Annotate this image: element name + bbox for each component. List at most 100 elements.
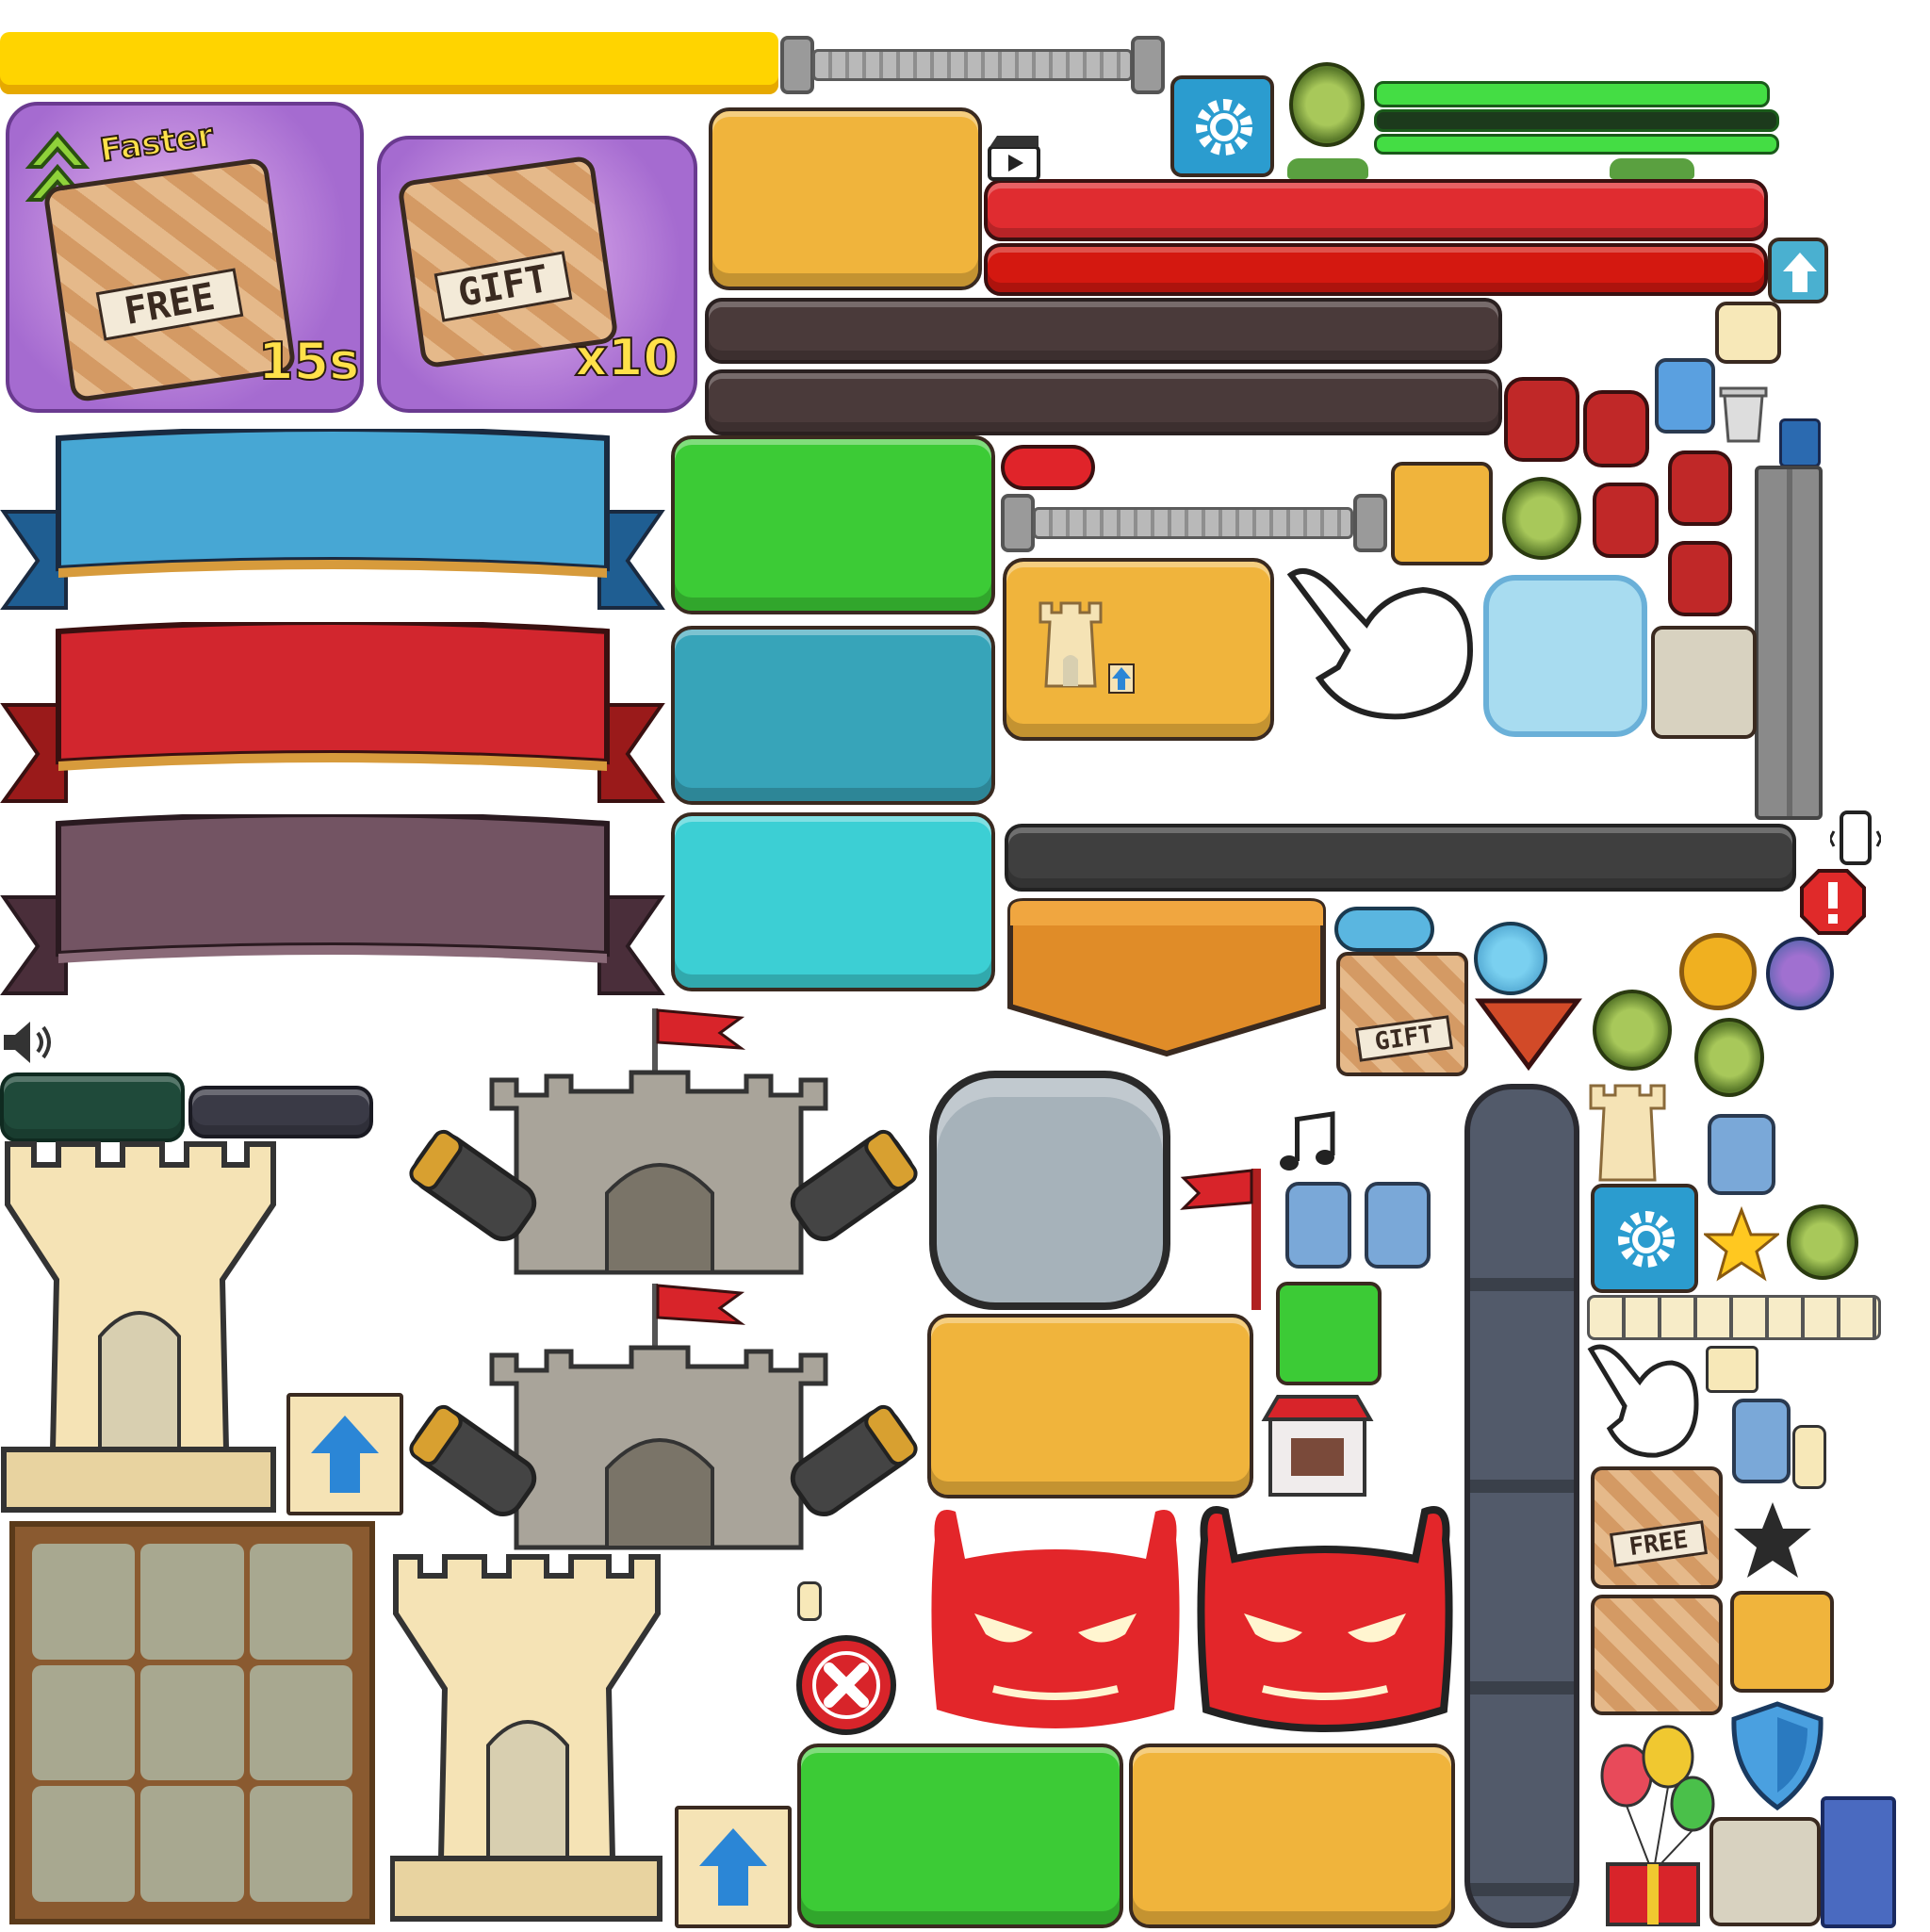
trash-icon[interactable] [1715,379,1772,445]
speaker-icon[interactable] [0,1016,60,1069]
ribbon-purple [0,811,665,1003]
chain-bolt-left [780,36,814,94]
chain-bolt-left [1001,494,1035,552]
chain-bolt-right [1131,36,1165,94]
stone-tile [249,1544,352,1660]
cyan-button-large[interactable] [671,812,995,991]
stone-tile [140,1786,244,1902]
stone-pillar [1755,466,1823,820]
dark-bar-1 [705,298,1502,364]
warning-icon [1800,869,1866,935]
green-bar-3 [1374,134,1779,155]
blue-badge-icon [1779,418,1821,467]
green-bar-2 [1374,109,1779,132]
gold-button-small[interactable] [1730,1591,1834,1693]
tower-medium [389,1551,663,1924]
chain-bar [1033,507,1353,539]
gift-label: GIFT [1354,1015,1454,1062]
devil-enemy-icon [1197,1502,1455,1742]
gold-button-wide-2[interactable] [1129,1744,1455,1928]
castle-damaged [405,1005,922,1278]
teal-button-large[interactable] [671,626,995,805]
green-button-large[interactable] [671,435,995,614]
turret-green-icon [1787,1204,1858,1280]
stone-tile [140,1544,244,1660]
free-box-card[interactable]: Faster FREE 15s [6,102,364,413]
stone-tile [32,1664,136,1781]
upgrade-button-small[interactable] [1768,237,1828,303]
castle-intact [405,1280,922,1553]
green-bar-1 [1374,81,1770,107]
robot-blue-icon [1365,1182,1431,1269]
robot-blue-icon [1655,358,1715,434]
red-bar-2 [984,243,1768,296]
robot-blue-icon [1708,1114,1775,1195]
devil-enemy-icon [927,1502,1184,1742]
robot-blue-icon [1285,1182,1351,1269]
music-icon[interactable] [1274,1110,1340,1176]
orange-banner-button[interactable] [1005,897,1329,1057]
coin-icon [1679,933,1757,1010]
stone-tile [32,1544,136,1660]
free-timer: 15s [257,331,360,392]
blue-banner-icon [1821,1796,1896,1928]
gold-button-wide[interactable] [927,1314,1253,1498]
up-arrow-icon [1108,663,1135,694]
stone-tile [1709,1817,1821,1926]
red-capsule [1001,445,1095,490]
faster-label: Faster [97,116,217,171]
gear-icon [1613,1206,1679,1272]
star-icon [1701,1205,1782,1282]
gear-icon [1191,94,1257,160]
ribbon-blue [0,426,665,617]
gold-button-large[interactable] [709,107,982,290]
tower-upgrade-button[interactable] [1003,558,1274,741]
dark-green-bar [0,1072,185,1142]
balloons-gift-icon [1589,1723,1721,1928]
hand-pointer-icon [1282,565,1480,726]
upgrade-button[interactable] [286,1393,403,1515]
star-dark-icon [1730,1498,1815,1583]
stone-tile [32,1786,136,1902]
stone-tile [249,1664,352,1781]
shield-icon [1728,1700,1826,1811]
shop-icon[interactable] [1259,1391,1376,1498]
crate-small [1591,1595,1723,1715]
green-button-wide[interactable] [797,1744,1123,1928]
dark-slate-bar [188,1086,373,1138]
green-button-small[interactable] [1276,1282,1382,1385]
gift-box-card[interactable]: GIFT x10 [377,136,697,413]
yellow-progress-bar [0,32,778,94]
close-icon[interactable] [793,1632,899,1738]
tank-red-icon [1668,541,1732,616]
small-cream-capsule [797,1581,822,1621]
ribbon-red [0,619,665,810]
up-arrow-icon [695,1825,771,1909]
slime-icon [1287,158,1368,179]
blue-capsule [1334,907,1434,952]
flag-icon [1176,1165,1270,1316]
tank-red-icon [1583,390,1649,467]
cream-key [1706,1346,1758,1393]
chain-bolt-right [1353,494,1387,552]
up-arrow-icon [1781,251,1819,294]
dark-bar-2 [705,369,1502,435]
gift-box-small: GIFT [1336,952,1468,1076]
gold-button-small[interactable] [1391,462,1493,565]
upgrade-button[interactable] [675,1806,792,1928]
up-arrow-icon [307,1412,383,1497]
turret-green-icon [1593,990,1672,1071]
stone-floor-grid [9,1521,375,1924]
play-video-icon[interactable] [986,134,1042,183]
globe-icon [1766,937,1834,1010]
settings-button[interactable] [1591,1184,1698,1293]
ice-tile [1483,575,1647,737]
gift-count: x10 [574,327,679,388]
stone-tile [249,1786,352,1902]
grey-panel [929,1071,1170,1310]
tank-red-icon [1668,450,1732,526]
island-icon [1474,922,1547,995]
turret-green-icon [1502,477,1581,560]
tower-icon [1033,599,1108,694]
settings-button[interactable] [1170,75,1274,177]
